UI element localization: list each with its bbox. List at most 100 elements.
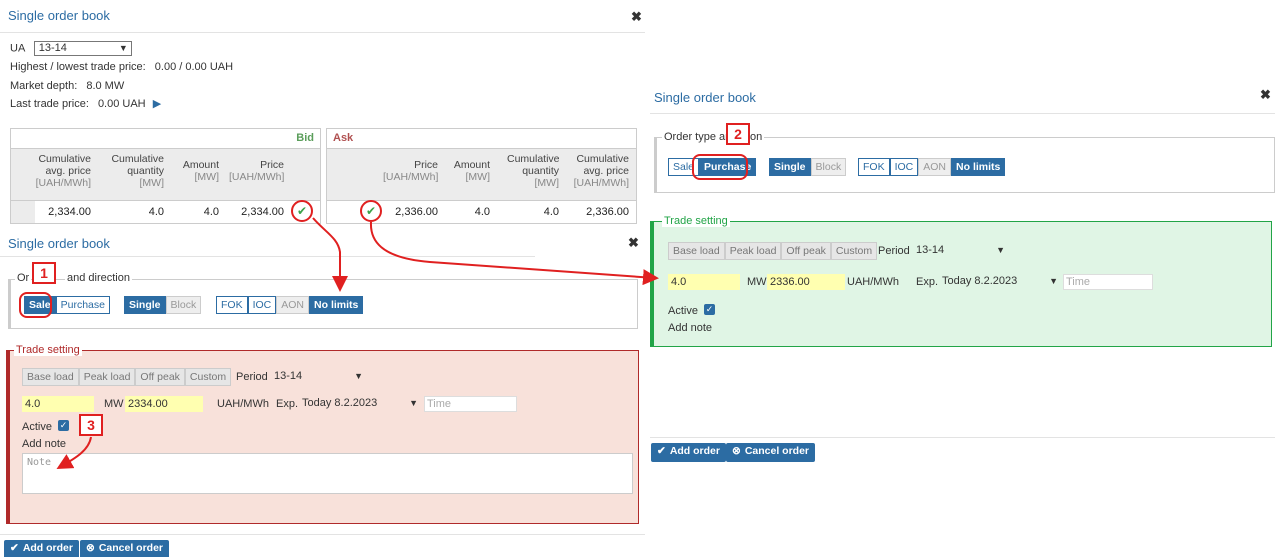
last-trade-value: 0.00 UAH — [97, 98, 146, 110]
step-badge-1: 1 — [32, 262, 56, 284]
expiry-value: Today 8.2.2023 — [302, 397, 378, 409]
x-circle-icon: ⊗ — [732, 445, 741, 457]
fok-button[interactable]: FOK — [216, 296, 248, 314]
table-row[interactable]: 2,334.00 4.0 4.0 2,334.00 — [11, 201, 320, 223]
type-group: Single Block — [124, 296, 202, 314]
period-select[interactable]: 13-14 ▼ — [914, 243, 1009, 259]
depth-label: Market depth: — [10, 80, 78, 92]
add-order-button[interactable]: ✔ Add order — [4, 540, 79, 557]
quantity-input[interactable]: 4.0 — [668, 274, 740, 290]
expiry-label: Exp. — [276, 398, 299, 410]
chevron-down-icon: ▼ — [996, 245, 1005, 255]
bid-cell: 4.0 — [203, 206, 219, 218]
add-order-button[interactable]: ✔ Add order — [651, 443, 726, 462]
peak-load-button[interactable]: Peak load — [724, 242, 782, 260]
off-peak-button[interactable]: Off peak — [135, 368, 185, 386]
col-line: Cumulative — [576, 153, 629, 165]
period-select[interactable]: 13-14 ▼ — [272, 369, 367, 385]
footer-divider — [650, 437, 1275, 438]
col-line: quantity — [127, 165, 164, 177]
no-limits-button[interactable]: No limits — [309, 296, 364, 314]
step-badge-2: 2 — [726, 123, 750, 145]
single-button[interactable]: Single — [769, 158, 811, 176]
time-input[interactable]: Time — [424, 396, 517, 412]
col-unit: [UAH/MWh] — [35, 177, 91, 189]
ask-check-icon[interactable]: ✔ — [360, 200, 382, 222]
ioc-button[interactable]: IOC — [247, 296, 277, 314]
single-button[interactable]: Single — [124, 296, 166, 314]
ask-cell: 2,336.00 — [586, 206, 629, 218]
col-line: Price — [414, 159, 438, 171]
block-button[interactable]: Block — [810, 158, 847, 176]
fok-button[interactable]: FOK — [858, 158, 890, 176]
title-divider — [0, 32, 645, 33]
triangle-right-icon[interactable]: ▶ — [153, 98, 161, 110]
ioc-button[interactable]: IOC — [889, 158, 919, 176]
time-input[interactable]: Time — [1063, 274, 1153, 290]
no-limits-button[interactable]: No limits — [951, 158, 1006, 176]
close-icon[interactable]: ✖ — [1260, 87, 1271, 103]
close-icon[interactable]: ✖ — [631, 9, 642, 25]
note-textarea[interactable]: Note — [22, 453, 633, 494]
period-value: 13-14 — [916, 244, 945, 256]
purchase-highlight — [692, 154, 748, 180]
add-note-label[interactable]: Add note — [22, 438, 66, 450]
ask-cell: 4.0 — [543, 206, 559, 218]
price-input[interactable]: 2336.00 — [767, 274, 845, 290]
col-line: quantity — [522, 165, 559, 177]
expiry-select[interactable]: Today 8.2.2023 ▼ — [300, 396, 422, 412]
period-label: Period — [878, 245, 910, 257]
ask-header: Ask — [327, 129, 636, 149]
high-low-label: Highest / lowest trade price: — [10, 61, 146, 73]
condition-group: FOK IOC AON No limits — [858, 158, 1006, 176]
block-button[interactable]: Block — [165, 296, 202, 314]
cancel-order-button[interactable]: ⊗ Cancel order — [80, 540, 170, 557]
bid-col-amount: Amount [MW] — [174, 159, 219, 183]
peak-load-button[interactable]: Peak load — [78, 368, 136, 386]
custom-button[interactable]: Custom — [184, 368, 232, 386]
expiry-value: Today 8.2.2023 — [942, 275, 1018, 287]
check-icon: ✔ — [10, 542, 19, 554]
bid-cell: 2,334.00 — [241, 206, 284, 218]
col-line: Amount — [182, 159, 219, 171]
market-select[interactable]: 13-14 ▼ — [33, 41, 132, 56]
order-type-legend-a: Or — [15, 272, 32, 284]
type-group: Single Block — [769, 158, 847, 176]
col-line: avg. price — [583, 165, 629, 177]
aon-button[interactable]: AON — [276, 296, 310, 314]
col-unit: [MW] — [139, 177, 165, 189]
custom-button[interactable]: Custom — [830, 242, 878, 260]
add-note-label[interactable]: Add note — [668, 322, 712, 334]
ask-col-price: Price [UAH/MWh] — [383, 159, 438, 183]
depth-row: Market depth: 8.0 MW — [10, 80, 124, 92]
sale-highlight — [19, 292, 52, 318]
order-type-legend-a: Order type an — [662, 131, 734, 143]
window-title: Single order book — [8, 236, 110, 251]
off-peak-button[interactable]: Off peak — [781, 242, 831, 260]
active-checkbox[interactable]: ✓ — [58, 420, 69, 431]
ask-col-cum-qty: Cumulative quantity [MW] — [507, 153, 560, 189]
ask-cell: 2,336.00 — [395, 206, 438, 218]
market-row: UA 13-14 ▼ — [10, 41, 132, 56]
bid-check-icon[interactable]: ✔ — [291, 200, 313, 222]
cancel-order-label: Cancel order — [744, 445, 810, 457]
cancel-order-button[interactable]: ⊗ Cancel order — [726, 443, 816, 462]
base-load-button[interactable]: Base load — [668, 242, 725, 260]
purchase-button[interactable]: Purchase — [55, 296, 110, 314]
high-low-value: 0.00 / 0.00 UAH — [154, 61, 234, 73]
expiry-select[interactable]: Today 8.2.2023 ▼ — [940, 274, 1062, 290]
bid-table: Bid Cumulative avg. price [UAH/MWh] Cumu… — [10, 128, 321, 224]
title-divider — [650, 113, 1275, 114]
quantity-input[interactable]: 4.0 — [22, 396, 94, 412]
aon-button[interactable]: AON — [918, 158, 952, 176]
price-input[interactable]: 2334.00 — [125, 396, 203, 412]
expiry-label: Exp. — [916, 276, 939, 288]
base-load-button[interactable]: Base load — [22, 368, 79, 386]
active-label: Active — [668, 305, 698, 317]
step-badge-3: 3 — [79, 414, 103, 436]
active-checkbox[interactable]: ✓ — [704, 304, 715, 315]
order-type-legend-b: on — [748, 131, 765, 143]
period-value: 13-14 — [274, 370, 303, 382]
last-trade-label: Last trade price: — [10, 98, 89, 110]
close-icon[interactable]: ✖ — [628, 235, 639, 251]
